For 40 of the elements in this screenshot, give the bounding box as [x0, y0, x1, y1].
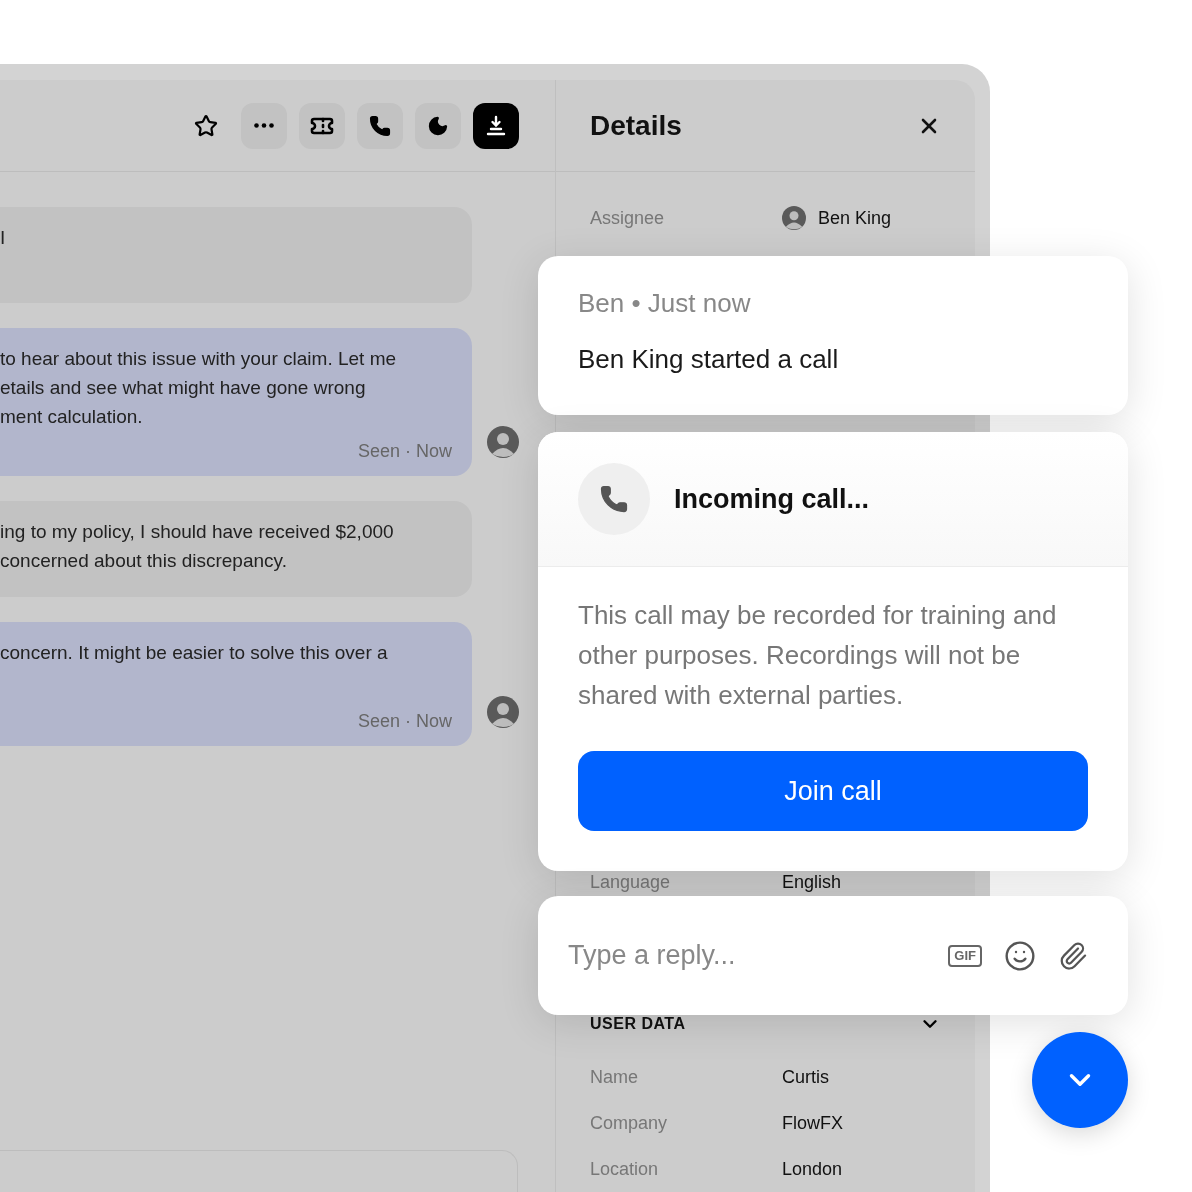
call-notice: This call may be recorded for training and other purposes. Recordings will not be shared with external parties. [578, 599, 1058, 712]
more-icon [254, 123, 274, 128]
section-title: USER DATA [590, 1015, 686, 1033]
message-status: Seen · Now [357, 440, 452, 462]
phone-icon [369, 114, 391, 137]
moon-icon [427, 114, 449, 137]
field-label: Company [590, 1112, 669, 1134]
emoji-icon[interactable] [1004, 939, 1036, 972]
inbox-button[interactable] [473, 102, 519, 149]
phone-button[interactable] [357, 102, 403, 149]
message-text: to hear about this issue with your claim. Let me etails and see what might have gone wrong ment calculation. [0, 347, 398, 429]
avatar [782, 206, 806, 230]
avatar [487, 426, 519, 458]
notification-text: Ben King started a call [578, 343, 840, 376]
download-tray-icon [484, 113, 508, 138]
message-text: I [0, 226, 7, 250]
notification-meta: Ben • Just now [578, 287, 752, 320]
snooze-button[interactable] [415, 102, 461, 149]
avatar [487, 696, 519, 728]
message-status: Seen · Now [357, 710, 452, 732]
details-title: Details [590, 109, 682, 142]
field-label: Location [590, 1158, 660, 1180]
ticket-button[interactable] [299, 102, 345, 149]
call-title: Incoming call... [674, 483, 870, 515]
reply-input[interactable]: Type a reply... [566, 939, 927, 972]
star-icon [194, 113, 218, 138]
join-call-button[interactable]: Join call [578, 751, 1088, 831]
field-value: Ben King [818, 207, 892, 229]
field-label: Assignee [590, 207, 666, 229]
field-label: Language [590, 871, 672, 893]
message-text: concern. It might be easier to solve this over a [0, 641, 389, 665]
paperclip-icon[interactable] [1058, 940, 1088, 971]
field-label: Name [590, 1066, 639, 1088]
field-value: Curtis [782, 1066, 829, 1088]
more-button[interactable] [241, 102, 287, 149]
message-text: ing to my policy, I should have received $2,000 concerned about this discrepancy. [0, 520, 395, 573]
field-value: English [782, 871, 842, 893]
field-value: FlowFX [782, 1112, 843, 1134]
field-value: London [782, 1158, 843, 1180]
gif-icon[interactable]: GIF [948, 944, 982, 967]
